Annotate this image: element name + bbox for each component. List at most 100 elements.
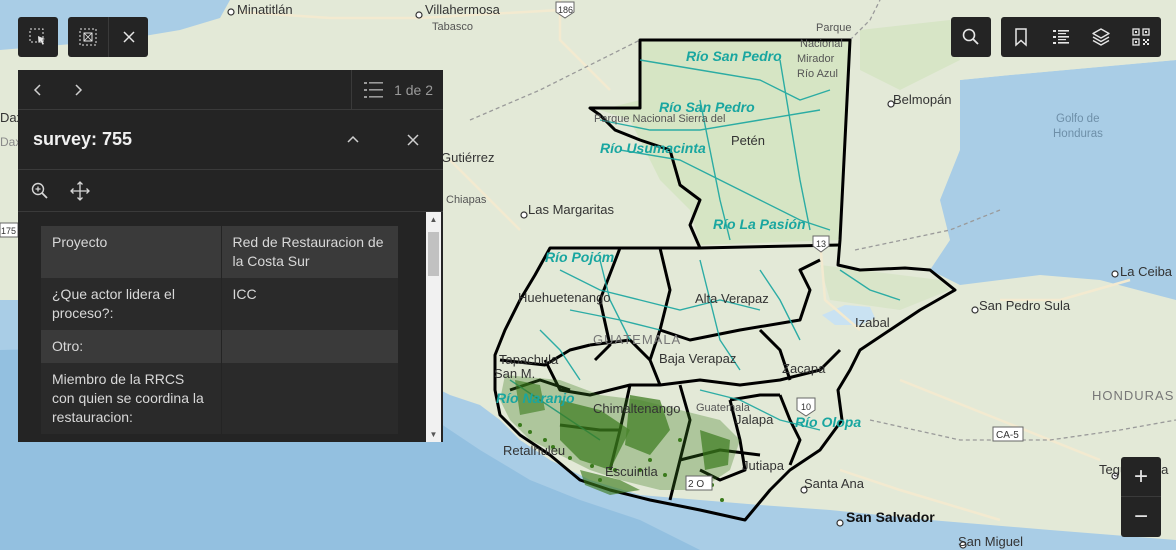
list-icon [1053, 30, 1069, 44]
label-chimaltenango: Chimaltenango [593, 401, 680, 416]
move-icon [70, 180, 90, 201]
zoom-to-button[interactable] [28, 179, 52, 203]
label-escuintla: Escuintla [605, 464, 659, 479]
search-button[interactable] [951, 17, 991, 57]
field-value: Red de Restauracion de la Costa Sur [221, 226, 398, 278]
select-area-icon [79, 28, 97, 46]
chevron-right-icon [75, 83, 83, 96]
zoom-in-button[interactable]: + [1121, 457, 1161, 497]
label-huehuetenango: Huehuetenango [518, 290, 611, 305]
qr-button[interactable] [1121, 17, 1161, 57]
zoom-in-icon [31, 182, 48, 199]
scroll-down-arrow[interactable]: ▼ [426, 427, 441, 442]
selection-toolbar [68, 17, 148, 57]
label-zacapa: Zacapa [782, 361, 826, 376]
layers-button[interactable] [1081, 17, 1121, 57]
search-toolbar [951, 17, 991, 57]
select-button[interactable] [18, 17, 58, 57]
label-jalapa: Jalapa [735, 412, 774, 427]
scroll-up-arrow[interactable]: ▲ [426, 212, 441, 227]
popup-scrollbar[interactable]: ▲ ▼ [426, 212, 441, 442]
label-san-pedro-sula: San Pedro Sula [979, 298, 1071, 313]
select-icon [29, 28, 45, 45]
feature-count-label: 1 de 2 [394, 81, 433, 98]
label-parque: Parque [816, 22, 851, 34]
select-area-button[interactable] [68, 17, 108, 57]
label-rio-olopa: Río Olopa [795, 414, 861, 430]
zoom-out-button[interactable]: − [1121, 497, 1161, 537]
select-toolbar [18, 17, 58, 57]
label-minatitlan: Minatitlán [237, 2, 293, 17]
search-icon [962, 28, 979, 45]
feature-count-button[interactable]: 1 de 2 [351, 69, 443, 110]
field-name: Otro: [41, 330, 222, 363]
label-las-margaritas: Las Margaritas [528, 202, 614, 217]
next-feature-button[interactable] [58, 70, 98, 110]
label-chiapas: Chiapas [446, 194, 487, 206]
label-jutiapa: Jutiapa [742, 458, 785, 473]
label-nacional: Nacional [800, 38, 843, 50]
layers-icon [1092, 28, 1110, 46]
bookmark-icon [1015, 28, 1027, 47]
label-golfo: Golfo de [1056, 113, 1099, 125]
previous-feature-button[interactable] [18, 70, 58, 110]
label-gutierrez: Gutiérrez [441, 150, 494, 165]
label-san-salvador: San Salvador [846, 509, 935, 525]
label-peten: Petén [731, 133, 765, 148]
label-rio-usumacinta: Río Usumacinta [600, 140, 706, 156]
label-san-miguel: San Miguel [958, 534, 1023, 549]
qr-icon [1132, 28, 1150, 46]
zoom-control: + − [1121, 457, 1161, 537]
field-value: ICC [221, 278, 398, 330]
label-mirador: Mirador [797, 53, 835, 65]
pan-to-button[interactable] [68, 179, 92, 203]
label-san-marcos: San M. [494, 366, 535, 381]
label-villahermosa: Villahermosa [425, 2, 501, 17]
label-belmopan: Belmopán [893, 92, 952, 107]
popup-header: 1 de 2 [18, 69, 443, 110]
collapse-button[interactable] [323, 120, 383, 160]
field-name: Proyecto [41, 226, 222, 278]
clear-selection-button[interactable] [108, 17, 148, 57]
bookmarks-button[interactable] [1001, 17, 1041, 57]
shield-2: 2 O [688, 479, 704, 490]
close-icon [407, 133, 419, 146]
table-row: ¿Que actor lidera el proceso?: ICC [41, 278, 398, 330]
widget-toolbar [1001, 17, 1161, 57]
label-rio-azul: Río Azul [797, 68, 838, 80]
label-tapachula: Tapachula [499, 352, 559, 367]
label-guatemala-country: GUATEMALA [593, 332, 681, 347]
label-retalhuleu: Retalhuleu [503, 443, 565, 458]
close-popup-button[interactable] [383, 120, 443, 160]
table-row: Proyecto Red de Restauracion de la Costa… [41, 226, 398, 278]
field-name: ¿Que actor lidera el proceso?: [41, 278, 222, 330]
attribute-table: Proyecto Red de Restauracion de la Costa… [41, 226, 398, 434]
table-row: Otro: [41, 330, 398, 363]
label-baja-verapaz: Baja Verapaz [659, 351, 736, 366]
feature-list-icon [364, 81, 384, 98]
popup-title: survey: 755 [33, 129, 133, 149]
field-name: Miembro de la RRCS con quien se coordina… [41, 363, 222, 434]
shield-13: 13 [816, 239, 826, 249]
scroll-thumb[interactable] [428, 232, 439, 276]
label-tabasco: Tabasco [432, 21, 473, 33]
label-rio-naranjo: Río Naranjo [496, 390, 575, 406]
chevron-left-icon [33, 83, 41, 96]
label-santa-ana: Santa Ana [804, 476, 865, 491]
label-alta-verapaz: Alta Verapaz [695, 291, 769, 306]
popup-content[interactable]: Proyecto Red de Restauracion de la Costa… [18, 212, 443, 442]
shield-ca5: CA-5 [996, 430, 1019, 441]
label-rio-san-pedro-1: Río San Pedro [686, 48, 782, 64]
feature-popup: 1 de 2 survey: 755 Proyecto Red de Resta… [18, 69, 443, 442]
popup-title-actions [323, 120, 443, 160]
label-izabal: Izabal [855, 315, 890, 330]
field-value [221, 363, 398, 434]
chevron-up-icon [347, 135, 359, 143]
label-la-ceiba: La Ceiba [1120, 264, 1173, 279]
label-rio-pojom: Río Pojóm [545, 249, 614, 265]
close-icon [122, 31, 135, 43]
popup-actions [18, 170, 443, 212]
shield-175: 175 [1, 226, 16, 236]
legend-button[interactable] [1041, 17, 1081, 57]
table-row: Miembro de la RRCS con quien se coordina… [41, 363, 398, 434]
